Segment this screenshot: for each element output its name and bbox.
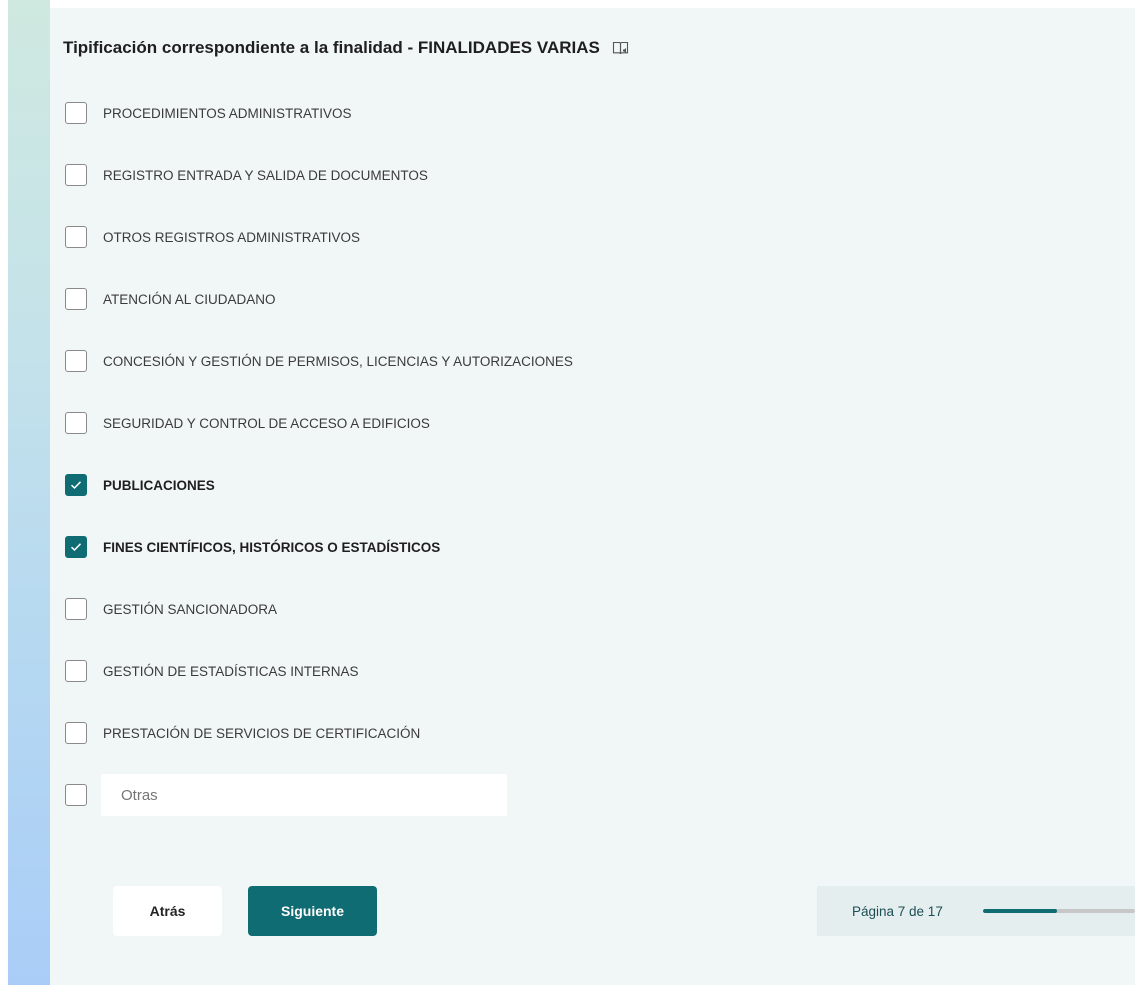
options-list: PROCEDIMIENTOS ADMINISTRATIVOS REGISTRO E… (65, 82, 573, 826)
checkbox[interactable] (65, 412, 87, 434)
option-label: SEGURIDAD Y CONTROL DE ACCESO A EDIFICIO… (103, 415, 430, 431)
left-edge (0, 0, 8, 985)
option-row[interactable]: OTROS REGISTROS ADMINISTRATIVOS (65, 206, 573, 268)
page-indicator: Página 7 de 17 (817, 886, 1135, 936)
checkbox[interactable] (65, 784, 87, 806)
option-label: PRESTACIÓN DE SERVICIOS DE CERTIFICACIÓN (103, 725, 421, 741)
option-label: PUBLICACIONES (103, 477, 215, 493)
progress-bar (983, 909, 1135, 913)
checkbox[interactable] (65, 288, 87, 310)
option-row[interactable]: GESTIÓN SANCIONADORA (65, 578, 573, 640)
checkbox[interactable] (65, 722, 87, 744)
back-button[interactable]: Atrás (113, 886, 222, 936)
checkbox-checked[interactable] (65, 474, 87, 496)
checkbox[interactable] (65, 598, 87, 620)
option-row[interactable]: REGISTRO ENTRADA Y SALIDA DE DOCUMENTOS (65, 144, 573, 206)
checkbox[interactable] (65, 660, 87, 682)
option-row-other[interactable] (65, 764, 573, 826)
question-title: Tipificación correspondiente a la finali… (63, 38, 600, 57)
option-label: GESTIÓN SANCIONADORA (103, 601, 278, 617)
option-label: GESTIÓN DE ESTADÍSTICAS INTERNAS (103, 663, 359, 679)
question-heading: Tipificación correspondiente a la finali… (63, 38, 630, 58)
checkbox-checked[interactable] (65, 536, 87, 558)
option-row[interactable]: PUBLICACIONES (65, 454, 573, 516)
option-row[interactable]: CONCESIÓN Y GESTIÓN DE PERMISOS, LICENCI… (65, 330, 573, 392)
option-row[interactable]: PRESTACIÓN DE SERVICIOS DE CERTIFICACIÓN (65, 702, 573, 764)
option-label: FINES CIENTÍFICOS, HISTÓRICOS O ESTADÍST… (103, 539, 441, 555)
option-label: REGISTRO ENTRADA Y SALIDA DE DOCUMENTOS (103, 167, 428, 183)
checkbox[interactable] (65, 102, 87, 124)
checkmark-icon (70, 481, 82, 490)
background-gradient-strip (8, 0, 50, 985)
other-text-input[interactable] (101, 774, 507, 816)
option-row[interactable]: PROCEDIMIENTOS ADMINISTRATIVOS (65, 82, 573, 144)
next-button[interactable]: Siguiente (248, 886, 377, 936)
option-label: OTROS REGISTROS ADMINISTRATIVOS (103, 229, 361, 245)
option-label: CONCESIÓN Y GESTIÓN DE PERMISOS, LICENCI… (103, 353, 573, 369)
option-label: PROCEDIMIENTOS ADMINISTRATIVOS (103, 105, 352, 121)
checkbox[interactable] (65, 164, 87, 186)
immersive-reader-icon[interactable] (612, 40, 630, 56)
checkmark-icon (70, 543, 82, 552)
option-row[interactable]: GESTIÓN DE ESTADÍSTICAS INTERNAS (65, 640, 573, 702)
option-row[interactable]: FINES CIENTÍFICOS, HISTÓRICOS O ESTADÍST… (65, 516, 573, 578)
option-row[interactable]: ATENCIÓN AL CIUDADANO (65, 268, 573, 330)
option-label: ATENCIÓN AL CIUDADANO (103, 291, 276, 307)
checkbox[interactable] (65, 226, 87, 248)
option-row[interactable]: SEGURIDAD Y CONTROL DE ACCESO A EDIFICIO… (65, 392, 573, 454)
page-counter: Página 7 de 17 (852, 903, 943, 919)
checkbox[interactable] (65, 350, 87, 372)
progress-bar-fill (983, 909, 1058, 913)
